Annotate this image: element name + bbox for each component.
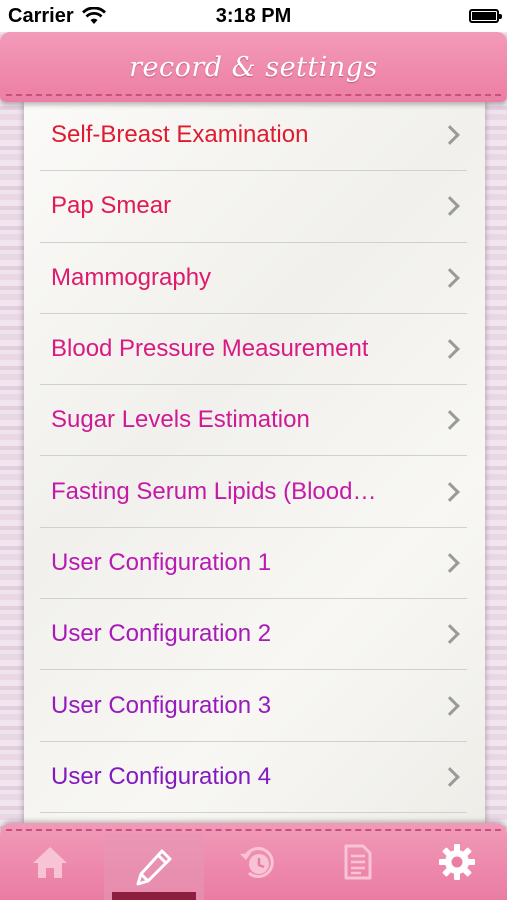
tab-home[interactable] <box>0 823 100 900</box>
list-item-label: User Configuration 4 <box>51 762 272 790</box>
status-bar: Carrier 3:18 PM <box>0 0 507 32</box>
list-item-pap-smear[interactable]: Pap Smear <box>40 171 467 243</box>
list-item-self-breast-examination[interactable]: Self-Breast Examination <box>40 100 467 172</box>
pencil-icon <box>136 849 172 885</box>
carrier-label: Carrier <box>8 4 74 27</box>
tab-record[interactable] <box>103 833 204 900</box>
page-title: record & settings <box>129 51 378 83</box>
home-icon <box>32 846 67 878</box>
chevron-right-icon <box>440 267 460 288</box>
document-icon <box>344 844 372 879</box>
battery-icon <box>469 9 502 23</box>
list-item-sugar-levels[interactable]: Sugar Levels Estimation <box>40 385 467 457</box>
tab-settings[interactable] <box>407 823 507 900</box>
chevron-right-icon <box>440 196 460 217</box>
chevron-right-icon <box>440 695 460 716</box>
chevron-right-icon <box>440 125 460 146</box>
list-item-blood-pressure[interactable]: Blood Pressure Measurement <box>40 314 467 386</box>
list-item-label: Self-Breast Examination <box>51 121 309 149</box>
chevron-right-icon <box>440 553 460 573</box>
list-item-label: Blood Pressure Measurement <box>51 335 369 363</box>
list-item-label: User Configuration 1 <box>51 548 272 576</box>
list-item-user-config-4[interactable]: User Configuration 4 <box>40 742 467 813</box>
chevron-right-icon <box>440 481 460 502</box>
tab-history[interactable] <box>208 823 308 900</box>
list-item-fasting-serum-lipids[interactable]: Fasting Serum Lipids (Blood… <box>40 456 467 528</box>
wifi-icon <box>81 7 106 24</box>
list-item-label: Sugar Levels Estimation <box>51 406 310 434</box>
list-item-label: User Configuration 3 <box>51 691 272 719</box>
chevron-right-icon <box>440 624 460 645</box>
tab-bar <box>0 823 507 900</box>
list-item-mammography[interactable]: Mammography <box>40 243 467 314</box>
list-item-label: Mammography <box>51 263 212 291</box>
list-item-user-config-2[interactable]: User Configuration 2 <box>40 599 467 671</box>
header: record & settings <box>0 32 507 102</box>
gear-icon <box>439 843 476 880</box>
settings-list: Self-Breast Examination Pap Smear Mammog… <box>40 100 467 813</box>
list-item-user-config-1[interactable]: User Configuration 1 <box>40 528 467 600</box>
list-item-label: Pap Smear <box>51 192 172 220</box>
tab-reports[interactable] <box>307 823 407 900</box>
chevron-right-icon <box>440 410 460 431</box>
list-item-user-config-3[interactable]: User Configuration 3 <box>40 670 467 742</box>
list-item-label: User Configuration 2 <box>51 620 272 648</box>
chevron-right-icon <box>440 766 460 787</box>
chevron-right-icon <box>440 339 460 359</box>
history-clock-icon <box>240 846 275 878</box>
list-item-label: Fasting Serum Lipids (Blood… <box>51 477 377 505</box>
status-left: Carrier <box>8 5 106 28</box>
